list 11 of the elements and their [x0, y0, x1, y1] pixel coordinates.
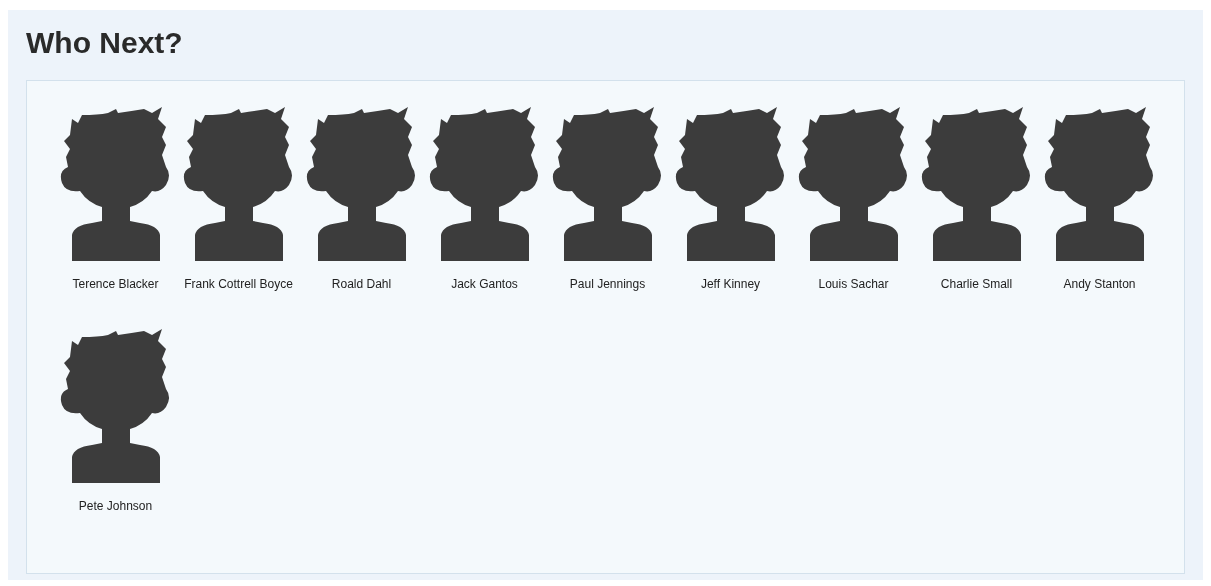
- person-name: Louis Sachar: [817, 276, 890, 293]
- page-title: Who Next?: [26, 25, 184, 61]
- person-name: Jeff Kinney: [699, 276, 762, 293]
- person-name: Charlie Small: [939, 276, 1014, 293]
- person-name: Pete Johnson: [77, 498, 154, 515]
- person-name: Terence Blacker: [71, 276, 160, 293]
- person-name: Jack Gantos: [450, 276, 519, 293]
- person-name: Roald Dahl: [330, 276, 393, 293]
- person-name: Paul Jennings: [568, 276, 647, 293]
- person-name: Frank Cottrell Boyce: [183, 276, 294, 293]
- person-name: Andy Stanton: [1062, 276, 1137, 293]
